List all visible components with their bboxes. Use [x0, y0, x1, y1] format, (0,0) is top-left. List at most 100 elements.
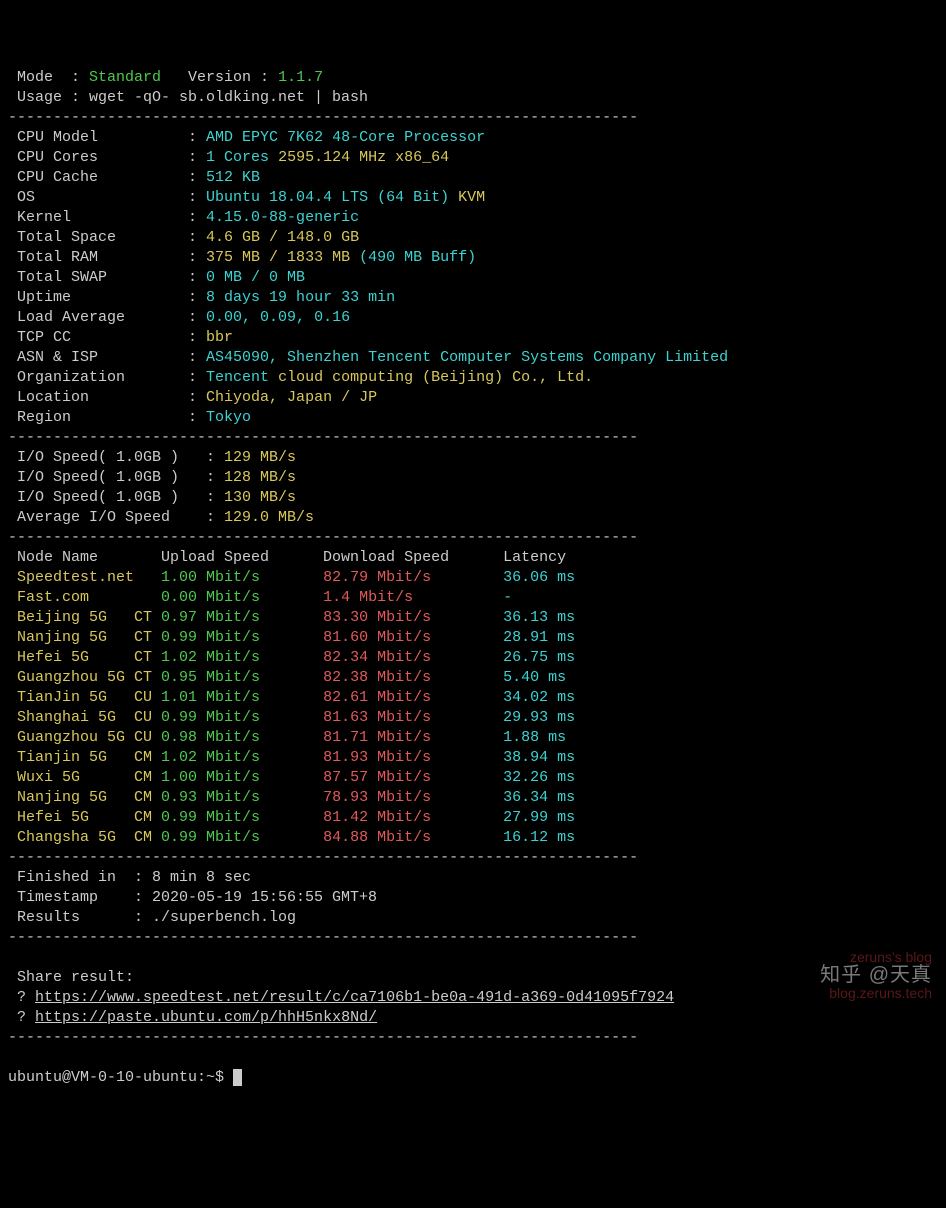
io-label: I/O Speed( 1.0GB ) : [8, 489, 224, 506]
upload-speed: 0.97 Mbit/s [161, 609, 323, 626]
latency: 27.99 ms [503, 809, 575, 826]
node-name: Shanghai 5G CU [8, 709, 161, 726]
watermark-line3: blog.zeruns.tech [820, 984, 932, 1002]
divider: ----------------------------------------… [8, 849, 638, 866]
download-speed: 81.63 Mbit/s [323, 709, 503, 726]
node-name: Nanjing 5G CT [8, 629, 161, 646]
latency: 38.94 ms [503, 749, 575, 766]
download-speed: 82.34 Mbit/s [323, 649, 503, 666]
sys-label: CPU Cache : [8, 169, 206, 186]
latency: 16.12 ms [503, 829, 575, 846]
download-speed: 82.38 Mbit/s [323, 669, 503, 686]
version-label: Version : [161, 69, 278, 86]
sys-label: Region : [8, 409, 206, 426]
io-value: 129.0 MB/s [224, 509, 314, 526]
upload-speed: 0.00 Mbit/s [161, 589, 323, 606]
sys-extra: 2595.124 MHz x86_64 [269, 149, 449, 166]
download-speed: 81.60 Mbit/s [323, 629, 503, 646]
version-value: 1.1.7 [278, 69, 323, 86]
upload-speed: 0.99 Mbit/s [161, 829, 323, 846]
latency: 32.26 ms [503, 769, 575, 786]
sys-value: 4.6 GB / 148.0 GB [206, 229, 359, 246]
watermark-line2: 知乎 @天真 [820, 966, 932, 984]
upload-speed: 1.00 Mbit/s [161, 569, 323, 586]
divider: ----------------------------------------… [8, 929, 638, 946]
sys-label: TCP CC : [8, 329, 206, 346]
sys-value: Chiyoda, Japan / JP [206, 389, 377, 406]
sys-label: OS : [8, 189, 206, 206]
watermark: zeruns's blog 知乎 @天真 blog.zeruns.tech [820, 948, 932, 1002]
sys-value: 512 KB [206, 169, 260, 186]
sys-value: AMD EPYC 7K62 48-Core Processor [206, 129, 485, 146]
latency: 29.93 ms [503, 709, 575, 726]
node-name: Guangzhou 5G CU [8, 729, 161, 746]
node-name: Tianjin 5G CM [8, 749, 161, 766]
latency: - [503, 589, 512, 606]
upload-speed: 0.99 Mbit/s [161, 629, 323, 646]
io-block: I/O Speed( 1.0GB ) : 129 MB/s I/O Speed(… [8, 448, 938, 528]
share-link-1[interactable]: https://www.speedtest.net/result/c/ca710… [35, 989, 674, 1006]
sys-value: Tokyo [206, 409, 251, 426]
latency: 1.88 ms [503, 729, 566, 746]
divider: ----------------------------------------… [8, 529, 638, 546]
io-value: 129 MB/s [224, 449, 296, 466]
sys-extra: KVM [449, 189, 485, 206]
share-prefix: ? [8, 989, 35, 1006]
io-value: 130 MB/s [224, 489, 296, 506]
node-name: Nanjing 5G CM [8, 789, 161, 806]
sys-value: AS45090, Shenzhen Tencent Computer Syste… [206, 349, 728, 366]
finished-line: Finished in : 8 min 8 sec [8, 869, 251, 886]
latency: 34.02 ms [503, 689, 575, 706]
speedtest-header: Node Name Upload Speed Download Speed La… [8, 549, 611, 566]
sys-label: CPU Cores : [8, 149, 206, 166]
io-label: I/O Speed( 1.0GB ) : [8, 449, 224, 466]
sys-label: Total Space : [8, 229, 206, 246]
io-label: Average I/O Speed : [8, 509, 224, 526]
download-speed: 83.30 Mbit/s [323, 609, 503, 626]
upload-speed: 1.02 Mbit/s [161, 649, 323, 666]
sys-value: 4.15.0-88-generic [206, 209, 359, 226]
download-speed: 81.71 Mbit/s [323, 729, 503, 746]
sys-label: Load Average : [8, 309, 206, 326]
usage-line: Usage : wget -qO- sb.oldking.net | bash [8, 89, 368, 106]
shell-prompt[interactable]: ubuntu@VM-0-10-ubuntu:~$ [8, 1069, 233, 1086]
results-line: Results : ./superbench.log [8, 909, 296, 926]
download-speed: 78.93 Mbit/s [323, 789, 503, 806]
share-title: Share result: [8, 969, 134, 986]
upload-speed: 1.00 Mbit/s [161, 769, 323, 786]
terminal-output: Mode : Standard Version : 1.1.7 Usage : … [8, 68, 938, 1088]
download-speed: 81.93 Mbit/s [323, 749, 503, 766]
divider: ----------------------------------------… [8, 429, 638, 446]
latency: 5.40 ms [503, 669, 566, 686]
sys-value: 0.00, 0.09, 0.16 [206, 309, 350, 326]
upload-speed: 0.93 Mbit/s [161, 789, 323, 806]
sys-value: bbr [206, 329, 233, 346]
upload-speed: 0.98 Mbit/s [161, 729, 323, 746]
download-speed: 82.61 Mbit/s [323, 689, 503, 706]
sys-value: 1 Cores [206, 149, 269, 166]
share-link-2[interactable]: https://paste.ubuntu.com/p/hhH5nkx8Nd/ [35, 1009, 377, 1026]
sys-value: 8 days 19 hour 33 min [206, 289, 395, 306]
node-name: TianJin 5G CU [8, 689, 161, 706]
node-name: Fast.com [8, 589, 161, 606]
download-speed: 1.4 Mbit/s [323, 589, 503, 606]
download-speed: 84.88 Mbit/s [323, 829, 503, 846]
node-name: Beijing 5G CT [8, 609, 161, 626]
sys-label: Location : [8, 389, 206, 406]
node-name: Wuxi 5G CM [8, 769, 161, 786]
download-speed: 87.57 Mbit/s [323, 769, 503, 786]
divider: ----------------------------------------… [8, 109, 638, 126]
sys-value: Tencent [206, 369, 269, 386]
upload-speed: 0.99 Mbit/s [161, 809, 323, 826]
io-label: I/O Speed( 1.0GB ) : [8, 469, 224, 486]
node-name: Guangzhou 5G CT [8, 669, 161, 686]
sys-extra: (490 MB Buff) [350, 249, 476, 266]
cursor-icon [233, 1069, 242, 1086]
node-name: Hefei 5G CT [8, 649, 161, 666]
sys-value: 0 MB / 0 MB [206, 269, 305, 286]
latency: 28.91 ms [503, 629, 575, 646]
upload-speed: 1.01 Mbit/s [161, 689, 323, 706]
sys-value: 375 MB / 1833 MB [206, 249, 350, 266]
sys-extra: cloud computing (Beijing) Co., Ltd. [269, 369, 593, 386]
sys-label: Uptime : [8, 289, 206, 306]
